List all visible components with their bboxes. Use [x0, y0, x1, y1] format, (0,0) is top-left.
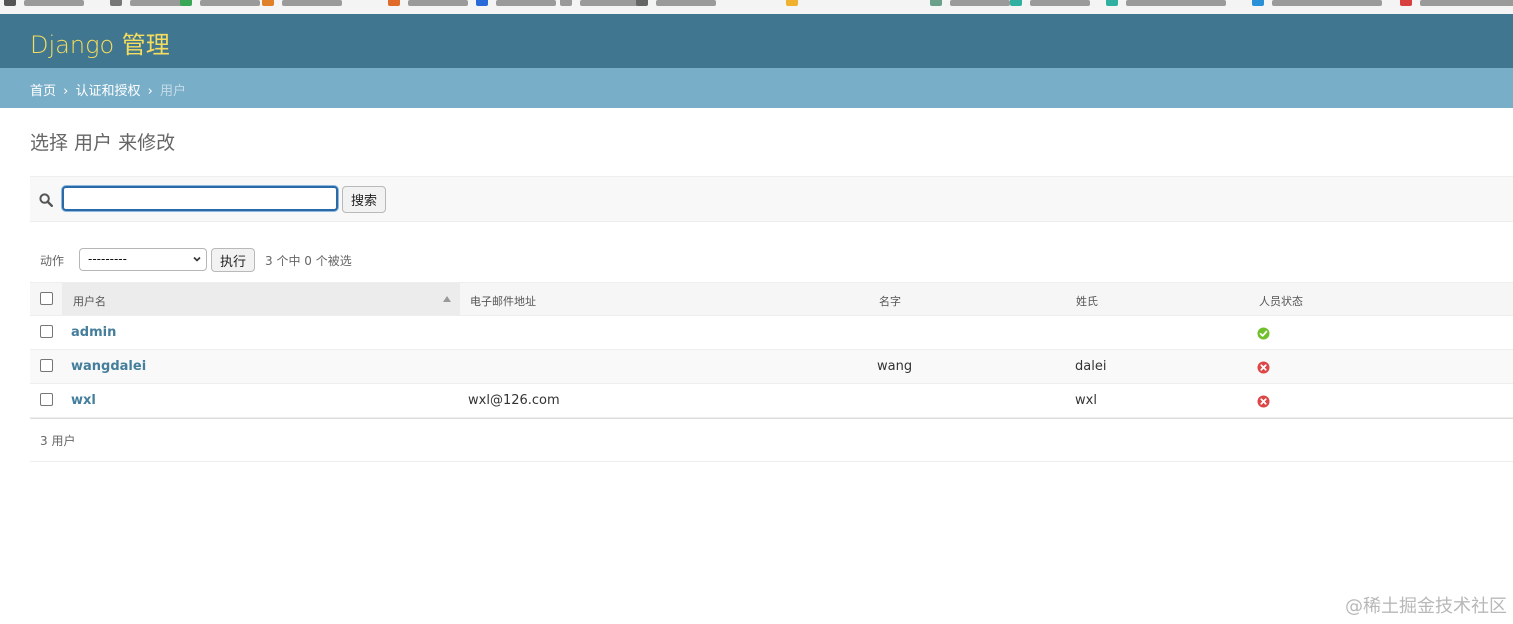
- result-list: 用户名 电子邮件地址 名字 姓氏 人员状态 admin wangdalei wa…: [30, 282, 1513, 418]
- column-header-last-name[interactable]: 姓氏: [1076, 293, 1098, 309]
- run-action-button[interactable]: 执行: [211, 248, 255, 272]
- bookmark-item[interactable]: [1252, 0, 1382, 6]
- table-row: wxl wxl@126.com wxl: [30, 384, 1513, 418]
- check-icon: [1257, 327, 1270, 340]
- admin-header: Django 管理: [0, 14, 1513, 68]
- bookmark-item[interactable]: [786, 0, 806, 6]
- watermark: @稀土掘金技术社区: [1345, 596, 1507, 617]
- breadcrumb: 首页 › 认证和授权 › 用户: [0, 68, 1513, 108]
- row-checkbox[interactable]: [40, 393, 53, 406]
- cross-icon: [1257, 361, 1270, 374]
- bookmark-item[interactable]: [930, 0, 1010, 6]
- search-toolbar: 搜索: [30, 176, 1513, 222]
- action-select-value: ---------: [88, 252, 127, 266]
- bookmark-item[interactable]: [4, 0, 84, 6]
- sort-ascending-icon[interactable]: [443, 296, 451, 302]
- page-title: 选择 用户 来修改: [30, 132, 176, 154]
- table-row: admin: [30, 316, 1513, 350]
- column-header-staff-status[interactable]: 人员状态: [1259, 293, 1303, 309]
- bookmark-item[interactable]: [110, 0, 190, 6]
- first-name-cell: wang: [877, 359, 913, 374]
- breadcrumb-separator: ›: [63, 84, 69, 99]
- breadcrumb-separator: ›: [147, 84, 153, 99]
- bookmark-item[interactable]: [1400, 0, 1513, 6]
- last-name-cell: wxl: [1075, 393, 1097, 408]
- breadcrumb-app[interactable]: 认证和授权: [76, 84, 141, 99]
- column-header-username[interactable]: 用户名: [73, 293, 106, 309]
- username-link[interactable]: admin: [71, 325, 116, 340]
- cross-icon: [1257, 395, 1270, 408]
- paginator: 3 用户: [30, 418, 1513, 462]
- bookmark-item[interactable]: [1010, 0, 1090, 6]
- selection-counter: 3 个中 0 个被选: [265, 254, 352, 268]
- actions-bar: 动作 --------- 执行 3 个中 0 个被选: [30, 246, 730, 274]
- column-header-email[interactable]: 电子邮件地址: [470, 293, 536, 309]
- search-button[interactable]: 搜索: [342, 186, 386, 213]
- bookmark-item[interactable]: [476, 0, 556, 6]
- bookmark-item[interactable]: [180, 0, 260, 6]
- search-icon: [39, 193, 53, 207]
- last-name-cell: dalei: [1075, 359, 1107, 374]
- chevron-down-icon: [193, 256, 201, 262]
- breadcrumb-current: 用户: [160, 84, 187, 99]
- action-select[interactable]: ---------: [79, 248, 207, 271]
- bookmark-item[interactable]: [388, 0, 468, 6]
- bookmark-item[interactable]: [262, 0, 342, 6]
- search-input[interactable]: [62, 186, 338, 211]
- bookmark-item[interactable]: [636, 0, 716, 6]
- bookmarks-bar: [0, 0, 1513, 14]
- row-checkbox[interactable]: [40, 359, 53, 372]
- breadcrumb-home[interactable]: 首页: [30, 84, 56, 99]
- site-branding[interactable]: Django 管理: [30, 25, 170, 60]
- username-link[interactable]: wangdalei: [71, 359, 146, 374]
- bookmark-item[interactable]: [560, 0, 640, 6]
- row-checkbox[interactable]: [40, 325, 53, 338]
- actions-label: 动作: [40, 254, 65, 268]
- select-all-checkbox[interactable]: [40, 292, 53, 305]
- column-header-first-name[interactable]: 名字: [879, 293, 901, 309]
- table-header: 用户名 电子邮件地址 名字 姓氏 人员状态: [30, 282, 1513, 316]
- table-row: wangdalei wang dalei: [30, 350, 1513, 384]
- bookmark-item[interactable]: [1106, 0, 1226, 6]
- sorted-column-highlight: [62, 283, 460, 315]
- username-link[interactable]: wxl: [71, 393, 96, 408]
- email-cell: wxl@126.com: [468, 393, 560, 408]
